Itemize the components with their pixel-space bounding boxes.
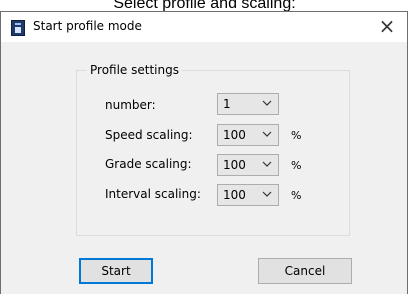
chevron-down-icon — [262, 100, 272, 106]
cancel-button[interactable]: Cancel — [258, 258, 352, 284]
chevron-down-icon — [262, 191, 272, 197]
number-label: number: — [105, 98, 156, 112]
dialog-window: Start profile mode × Profile settings nu… — [0, 11, 408, 294]
speed-scaling-label: Speed scaling: — [105, 128, 193, 142]
grade-scaling-select[interactable]: 100 — [217, 154, 279, 176]
number-select[interactable]: 1 — [217, 93, 279, 115]
profile-settings-group: Profile settings number: 1 Speed scaling… — [76, 63, 350, 236]
grade-scaling-value: 100 — [223, 158, 246, 172]
interval-scaling-value: 100 — [223, 188, 246, 202]
number-value: 1 — [223, 97, 231, 111]
chevron-down-icon — [262, 161, 272, 167]
speed-scaling-select[interactable]: 100 — [217, 124, 279, 146]
close-icon[interactable]: × — [375, 14, 399, 38]
window-title: Start profile mode — [33, 19, 142, 33]
title-bar[interactable]: Start profile mode × — [1, 12, 407, 42]
interval-scaling-select[interactable]: 100 — [217, 184, 279, 206]
interval-scaling-unit: % — [291, 189, 302, 202]
start-button[interactable]: Start — [79, 258, 153, 284]
grade-scaling-label: Grade scaling: — [105, 157, 192, 171]
interval-scaling-label: Interval scaling: — [105, 187, 201, 201]
group-title: Profile settings — [87, 63, 182, 77]
chevron-down-icon — [262, 131, 272, 137]
speed-scaling-value: 100 — [223, 128, 246, 142]
grade-scaling-unit: % — [291, 159, 302, 172]
app-window-icon — [11, 20, 25, 36]
speed-scaling-unit: % — [291, 129, 302, 142]
